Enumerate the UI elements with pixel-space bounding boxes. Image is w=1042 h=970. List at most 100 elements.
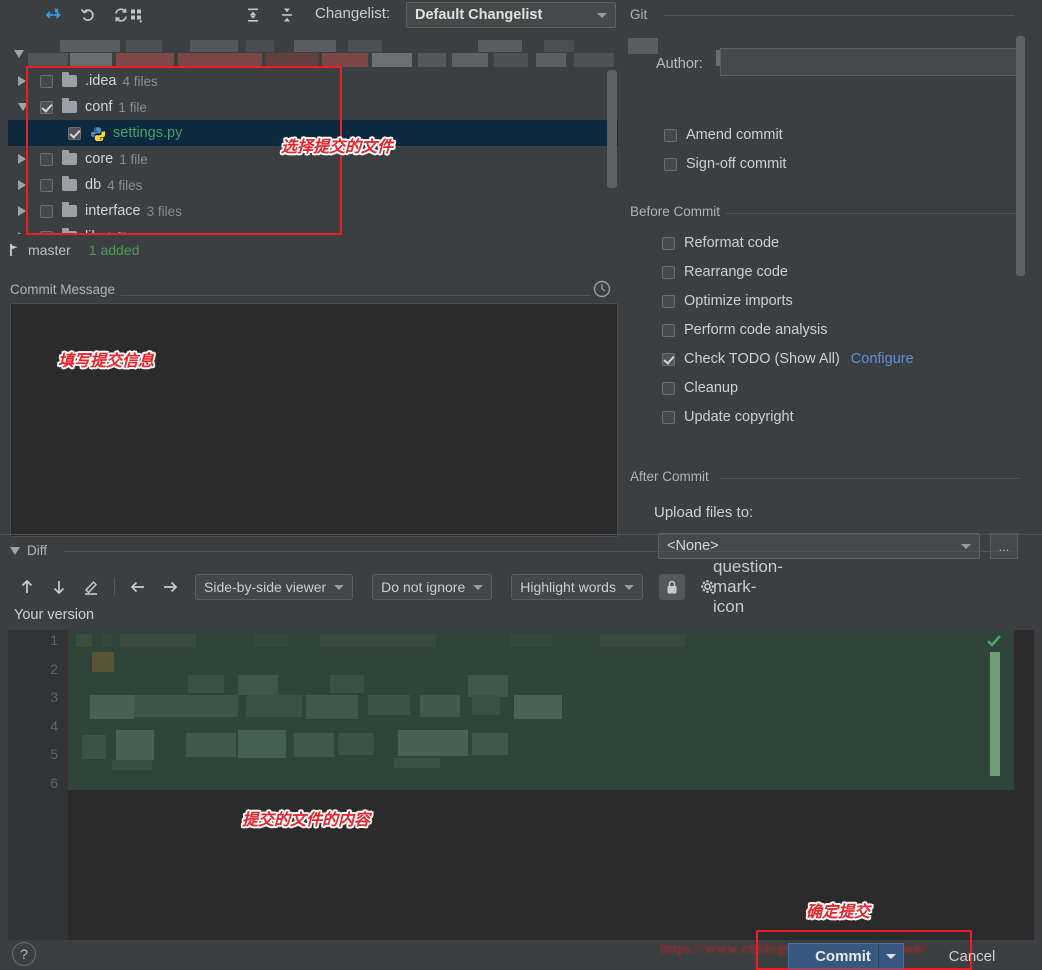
upload-browse-button[interactable]: ... (990, 533, 1018, 559)
tree-expander[interactable] (18, 206, 32, 216)
option-reformat-code[interactable]: Reformat code (662, 232, 914, 254)
file-checkbox[interactable] (40, 74, 53, 88)
clock-icon[interactable] (592, 279, 612, 299)
diff-line-number-gutter: 1 2 3 4 5 6 (8, 630, 68, 940)
diff-line-number: 1 (50, 632, 58, 648)
git-section-title: Git (630, 7, 654, 22)
option-rearrange-code[interactable]: Rearrange code (662, 261, 914, 283)
perform-code-analysis-label: Perform code analysis (684, 322, 828, 338)
redacted-changelist-root-row (8, 38, 618, 68)
annotation-write-message: 填写提交信息 (58, 351, 155, 370)
file-checkbox[interactable] (40, 152, 53, 166)
chevron-right-icon[interactable] (18, 206, 26, 216)
question-mark-icon[interactable]: question-mark-icon (713, 557, 783, 616)
file-tree-row-db[interactable]: db 4 files (8, 172, 618, 198)
option-update-copyright[interactable]: Update copyright (662, 406, 914, 428)
arrow-up-icon[interactable] (14, 574, 40, 600)
cleanup-checkbox[interactable] (662, 381, 675, 395)
update-copyright-label: Update copyright (684, 409, 794, 425)
optimize-imports-checkbox[interactable] (662, 294, 675, 308)
signoff-commit-checkbox[interactable] (664, 157, 677, 171)
file-tree-row-conf[interactable]: conf 1 file (8, 94, 618, 120)
file-name: settings.py (113, 125, 183, 141)
amend-commit-checkbox[interactable] (664, 128, 677, 142)
show-diff-icon[interactable] (40, 3, 66, 27)
reformat-code-checkbox[interactable] (662, 236, 675, 250)
options-panel-scrollbar[interactable] (1016, 36, 1025, 276)
signoff-commit-label: Sign-off commit (686, 156, 787, 172)
chevron-right-icon[interactable] (18, 180, 26, 190)
arrow-down-icon[interactable] (46, 574, 72, 600)
file-tree-row-lib[interactable]: lib 1 file (8, 224, 618, 234)
chevron-down-icon (597, 12, 607, 18)
annotation-file-content: 提交的文件的内容 (242, 810, 371, 829)
diff-viewer[interactable]: 1 2 3 4 5 6 (8, 630, 1034, 940)
rearrange-code-label: Rearrange code (684, 264, 788, 280)
group-by-icon[interactable] (124, 3, 150, 27)
arrow-right-icon[interactable] (157, 574, 183, 600)
update-copyright-checkbox[interactable] (662, 410, 675, 424)
diff-line-number: 2 (50, 660, 58, 677)
viewer-mode-dropdown[interactable]: Side-by-side viewer (195, 574, 354, 600)
chevron-right-icon[interactable] (18, 232, 26, 234)
diff-line-number: 5 (50, 746, 58, 762)
ignore-mode-dropdown[interactable]: Do not ignore (372, 574, 493, 600)
option-amend-commit[interactable]: Amend commit (664, 124, 786, 146)
tree-expander[interactable] (18, 180, 32, 190)
tree-expander[interactable] (18, 154, 32, 164)
lock-icon[interactable] (658, 574, 685, 600)
perform-code-analysis-checkbox[interactable] (662, 323, 675, 337)
collapse-all-icon[interactable] (274, 3, 300, 27)
folder-icon (62, 72, 77, 87)
file-count: 1 file (119, 151, 148, 167)
commit-dialog-toolbar: Changelist: Default Changelist Git (0, 0, 1042, 31)
check-todo-checkbox[interactable] (662, 352, 675, 366)
commit-dropdown-button[interactable] (878, 943, 904, 969)
file-checkbox[interactable] (40, 230, 53, 234)
chevron-down-icon (14, 50, 24, 58)
file-tree-row-idea[interactable]: .idea 4 files (8, 68, 618, 94)
revert-icon[interactable] (75, 3, 101, 27)
expand-all-icon[interactable] (240, 3, 266, 27)
tree-expander[interactable] (18, 76, 32, 86)
diff-toolbar: Side-by-side viewer Do not ignore Highli… (14, 557, 783, 616)
file-checkbox[interactable] (68, 126, 81, 140)
option-check-todo[interactable]: Check TODO (Show All) Configure (662, 348, 914, 370)
tree-expander[interactable] (18, 232, 32, 234)
rearrange-code-checkbox[interactable] (662, 265, 675, 279)
arrow-left-icon[interactable] (125, 574, 151, 600)
chevron-right-icon[interactable] (18, 76, 26, 86)
branch-icon (10, 244, 18, 256)
cancel-button[interactable]: Cancel (916, 943, 1028, 969)
configure-todo-link[interactable]: Configure (851, 351, 914, 367)
file-checkbox[interactable] (40, 204, 53, 218)
diff-section-header[interactable]: Diff (10, 543, 47, 558)
chevron-down-icon[interactable] (18, 103, 28, 111)
tree-expander[interactable] (18, 103, 32, 111)
file-checkbox[interactable] (40, 100, 53, 114)
ignore-mode-value: Do not ignore (381, 579, 466, 595)
chevron-right-icon[interactable] (18, 154, 26, 164)
pencil-icon[interactable] (78, 574, 104, 600)
option-perform-code-analysis[interactable]: Perform code analysis (662, 319, 914, 341)
author-field[interactable] (720, 48, 1018, 76)
commit-message-input[interactable] (10, 303, 618, 537)
file-tree-row-interface[interactable]: interface 3 files (8, 198, 618, 224)
optimize-imports-label: Optimize imports (684, 293, 793, 309)
option-optimize-imports[interactable]: Optimize imports (662, 290, 914, 312)
file-checkbox[interactable] (40, 178, 53, 192)
git-options-list: Amend commit Sign-off commit (664, 124, 786, 175)
file-tree-scrollbar[interactable] (607, 70, 617, 188)
option-signoff-commit[interactable]: Sign-off commit (664, 153, 786, 175)
option-cleanup[interactable]: Cleanup (662, 377, 914, 399)
green-check-icon (986, 634, 1002, 653)
before-commit-title: Before Commit (630, 204, 727, 219)
folder-icon (62, 202, 77, 217)
diff-scrollbar-thumb[interactable] (990, 652, 1000, 776)
highlight-mode-dropdown[interactable]: Highlight words (511, 574, 643, 600)
changelist-dropdown[interactable]: Default Changelist (406, 2, 616, 28)
commit-message-section-label: Commit Message (10, 282, 122, 297)
help-button[interactable]: ? (12, 942, 36, 966)
diff-section-divider (64, 551, 1014, 552)
upload-target-dropdown[interactable]: <None> (658, 533, 980, 559)
